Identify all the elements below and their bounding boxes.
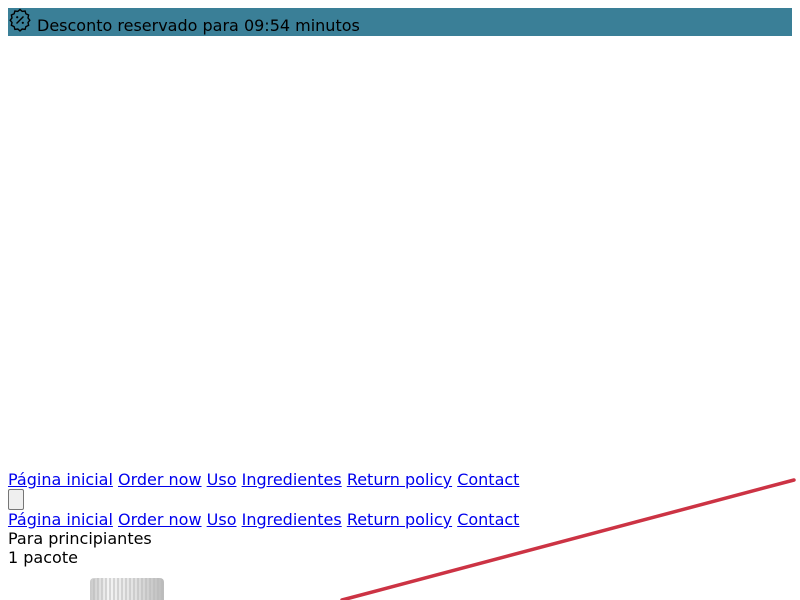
supplement-bottle-image xyxy=(90,578,164,600)
nav-link-order-now[interactable]: Order now xyxy=(118,510,202,529)
nav-link-home[interactable]: Página inicial xyxy=(8,510,113,529)
nav-link-usage[interactable]: Uso xyxy=(207,470,237,489)
discount-countdown-text: Desconto reservado para 09:54 minutos xyxy=(37,16,360,35)
decorative-diagonal-line xyxy=(340,478,796,600)
menu-toggle-button[interactable] xyxy=(8,489,24,510)
plan-label: Para principiantes xyxy=(8,529,152,548)
nav-link-ingredients[interactable]: Ingredientes xyxy=(242,470,342,489)
discount-banner: Desconto reservado para 09:54 minutos xyxy=(8,8,792,36)
nav-link-home[interactable]: Página inicial xyxy=(8,470,113,489)
nav-link-ingredients[interactable]: Ingredientes xyxy=(242,510,342,529)
nav-link-order-now[interactable]: Order now xyxy=(118,470,202,489)
discount-badge-icon xyxy=(9,8,31,32)
nav-link-usage[interactable]: Uso xyxy=(207,510,237,529)
plan-quantity: 1 pacote xyxy=(8,548,78,567)
